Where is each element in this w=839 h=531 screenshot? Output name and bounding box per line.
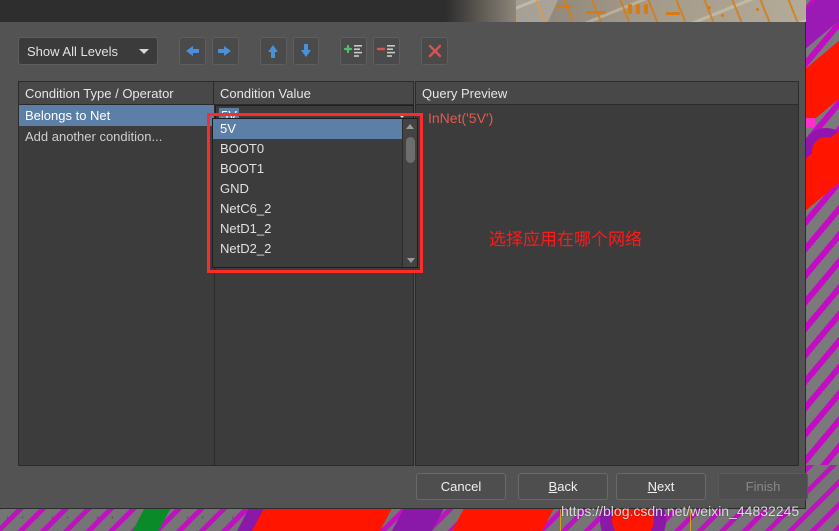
cancel-button[interactable]: Cancel [416, 473, 506, 500]
photo-pad [628, 4, 632, 14]
list-item-net-1[interactable]: BOOT0 [213, 139, 403, 159]
top-photo-strip [0, 0, 806, 22]
scrollbar-thumb[interactable] [406, 137, 415, 163]
table-row-add-another-condition[interactable]: Add another condition... [19, 126, 214, 147]
photo-pad [721, 14, 724, 17]
list-item-net-6[interactable]: NetD2_2 [213, 239, 403, 259]
net-dropdown-items: 5V BOOT0 BOOT1 GND NetC6_2 NetD1_2 NetD2… [213, 119, 403, 267]
photo-pad [756, 8, 759, 11]
list-item-net-3[interactable]: GND [213, 179, 403, 199]
column-header-type-operator[interactable]: Condition Type / Operator [19, 82, 214, 104]
query-preview-body: InNet('5V') 选择应用在哪个网络 [416, 105, 798, 465]
finish-button: Finish [718, 473, 808, 500]
finish-button-label: Finish [745, 479, 781, 494]
move-right-button[interactable] [211, 37, 239, 65]
pcb-photo [516, 0, 806, 22]
photo-pad [708, 6, 711, 9]
arrow-right-icon [217, 44, 233, 58]
scroll-up-button[interactable] [403, 119, 417, 133]
add-condition-label: Add another condition... [25, 129, 163, 144]
scroll-down-wrapper [403, 253, 418, 267]
scroll-down-button[interactable] [403, 253, 418, 267]
arrow-down-icon [299, 43, 313, 59]
photo-fade [446, 0, 516, 22]
list-item-net-0[interactable]: 5V [213, 119, 403, 139]
chevron-down-icon [138, 48, 149, 54]
photo-pad [636, 4, 640, 14]
triangle-down-icon [406, 257, 415, 263]
toolbar: Show All Levels [18, 33, 449, 69]
dialog-button-bar: Cancel Back Next Finish [0, 465, 808, 508]
delete-button[interactable] [421, 37, 449, 65]
triangle-up-icon [406, 123, 414, 129]
add-row-icon [343, 43, 364, 59]
condition-grid-header: Condition Type / Operator Condition Valu… [19, 82, 413, 105]
table-row-belongs-to-net[interactable]: Belongs to Net [19, 105, 214, 126]
photo-pad [586, 11, 606, 14]
list-item-net-4[interactable]: NetC6_2 [213, 199, 403, 219]
next-button[interactable]: Next [616, 473, 706, 500]
add-condition-button[interactable] [340, 37, 368, 65]
query-builder-dialog: Show All Levels Condition Type / Operato… [0, 22, 808, 509]
cancel-button-label: Cancel [440, 479, 482, 494]
back-button-label: Back [548, 479, 578, 494]
column-header-query-preview: Query Preview [422, 85, 508, 101]
query-preview-text: InNet('5V') [428, 110, 494, 126]
annotation-text: 选择应用在哪个网络 [489, 230, 642, 250]
query-preview-header: Query Preview [416, 82, 798, 105]
next-button-label: Next [647, 479, 675, 494]
move-up-button[interactable] [259, 37, 287, 65]
condition-type-label: Belongs to Net [25, 108, 111, 123]
watermark-text: https://blog.csdn.net/weixin_44832245 [561, 503, 800, 519]
close-x-icon [427, 43, 443, 59]
arrow-left-icon [184, 44, 200, 58]
photo-pad [556, 5, 572, 8]
move-down-button[interactable] [292, 37, 320, 65]
show-levels-value: Show All Levels [27, 43, 119, 59]
photo-pad [666, 12, 680, 15]
net-dropdown-list[interactable]: 5V BOOT0 BOOT1 GND NetC6_2 NetD1_2 NetD2… [212, 118, 418, 268]
remove-row-icon [376, 43, 397, 59]
net-dropdown-scrollbar[interactable] [402, 119, 417, 267]
arrow-up-icon [266, 43, 280, 59]
list-item-net-2[interactable]: BOOT1 [213, 159, 403, 179]
move-left-button[interactable] [178, 37, 206, 65]
column-header-condition-value[interactable]: Condition Value [214, 82, 413, 104]
photo-pad [644, 4, 648, 14]
list-item-net-5[interactable]: NetD1_2 [213, 219, 403, 239]
query-preview-panel: Query Preview InNet('5V') 选择应用在哪个网络 [415, 81, 799, 466]
back-button[interactable]: Back [518, 473, 608, 500]
remove-condition-button[interactable] [373, 37, 401, 65]
show-levels-select[interactable]: Show All Levels [18, 37, 158, 65]
